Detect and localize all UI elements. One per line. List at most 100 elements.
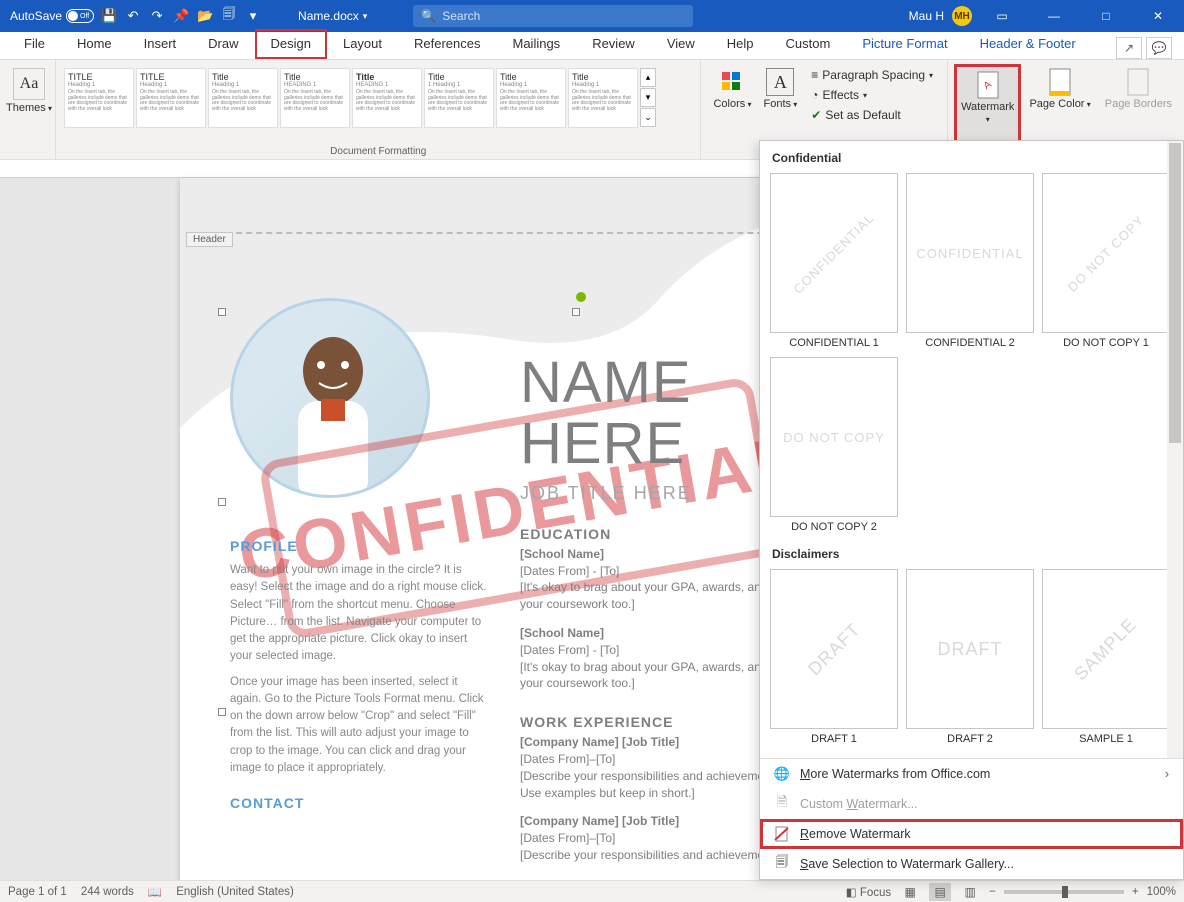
tab-mailings[interactable]: Mailings xyxy=(497,29,577,59)
theme-thumb[interactable]: TitleHeading 1On the Insert tab, the gal… xyxy=(568,68,638,128)
tab-picture-format[interactable]: Picture Format xyxy=(846,29,963,59)
zoom-slider[interactable] xyxy=(1004,890,1124,894)
theme-thumb[interactable]: TitleHeading 1On the Insert tab, the gal… xyxy=(208,68,278,128)
group-label-doc-formatting: Document Formatting xyxy=(56,146,700,157)
read-mode-icon[interactable]: ▦ xyxy=(899,883,921,901)
page-indicator[interactable]: Page 1 of 1 xyxy=(8,886,67,898)
more-watermarks-menuitem[interactable]: 🌐 More Watermarks from Office.com › xyxy=(760,759,1183,789)
set-default-button[interactable]: ✔Set as Default xyxy=(807,106,937,124)
theme-thumb[interactable]: TITLEHeading 1On the Insert tab, the gal… xyxy=(136,68,206,128)
autosave-toggle[interactable]: AutoSave Off xyxy=(10,9,94,23)
theme-thumb[interactable]: TitleHeading 1On the Insert tab, the gal… xyxy=(496,68,566,128)
print-layout-icon[interactable]: ▤ xyxy=(929,883,951,901)
colors-button[interactable]: Colors ▾ xyxy=(707,64,757,143)
watermark-gallery-panel: Confidential CONFIDENTIALCONFIDENTIAL 1C… xyxy=(759,140,1184,880)
gallery-down-icon[interactable]: ▾ xyxy=(640,88,656,107)
save-selection-icon: 🗐 xyxy=(774,856,790,872)
remove-watermark-menuitem[interactable]: Remove Watermark xyxy=(760,819,1183,849)
search-input[interactable]: 🔍 Search xyxy=(413,5,693,27)
paragraph-spacing-icon: ≡ xyxy=(811,68,818,82)
title-bar: AutoSave Off 💾 ↶ ↷ 📌 📂 🗐 ▾ Name.docx▾ 🔍 … xyxy=(0,0,1184,32)
tab-help[interactable]: Help xyxy=(711,29,770,59)
status-bar: Page 1 of 1 244 words 📖 English (United … xyxy=(0,880,1184,902)
comments-icon[interactable]: 💬 xyxy=(1146,37,1172,59)
watermark-thumb-label: CONFIDENTIAL 2 xyxy=(906,337,1034,349)
tab-review[interactable]: Review xyxy=(576,29,651,59)
tab-custom[interactable]: Custom xyxy=(770,29,847,59)
globe-icon: 🌐 xyxy=(774,766,790,782)
watermark-thumbnail[interactable]: DO NOT COPYDO NOT COPY 2 xyxy=(770,357,898,533)
language-indicator[interactable]: English (United States) xyxy=(176,886,294,898)
watermark-thumbnail[interactable]: DO NOT COPYDO NOT COPY 1 xyxy=(1042,173,1170,349)
search-icon: 🔍 xyxy=(421,9,436,23)
page-color-icon xyxy=(1046,68,1074,96)
save-icon[interactable]: 💾 xyxy=(100,7,118,25)
page-borders-button[interactable]: Page Borders xyxy=(1099,64,1178,143)
qat-more-icon[interactable]: ▾ xyxy=(244,7,262,25)
tab-references[interactable]: References xyxy=(398,29,496,59)
theme-thumb[interactable]: TitleHEADING 1On the Insert tab, the gal… xyxy=(352,68,422,128)
watermark-button[interactable]: A Watermark▾ xyxy=(954,64,1021,143)
watermark-category: Disclaimers xyxy=(770,543,1175,565)
gallery-more-icon[interactable]: ⌄ xyxy=(640,108,656,127)
profile-heading[interactable]: PROFILE xyxy=(230,538,490,554)
save-selection-menuitem[interactable]: 🗐 Save Selection to Watermark Gallery... xyxy=(760,849,1183,879)
watermark-thumbnail[interactable]: CONFIDENTIALCONFIDENTIAL 1 xyxy=(770,173,898,349)
minimize-icon[interactable]: — xyxy=(1032,0,1076,32)
share-icon[interactable]: ↗ xyxy=(1116,37,1142,59)
tab-insert[interactable]: Insert xyxy=(128,29,193,59)
spellcheck-icon[interactable]: 📖 xyxy=(148,885,162,899)
watermark-thumbnail[interactable]: DRAFTDRAFT 1 xyxy=(770,569,898,745)
theme-thumb[interactable]: TITLEHeading 1On the Insert tab, the gal… xyxy=(64,68,134,128)
profile-photo[interactable] xyxy=(230,298,430,498)
fonts-button[interactable]: A Fonts ▾ xyxy=(758,64,804,143)
zoom-in-button[interactable]: + xyxy=(1132,886,1139,898)
theme-thumb[interactable]: Title1 Heading 1On the Insert tab, the g… xyxy=(424,68,494,128)
effects-icon: ◔ xyxy=(811,88,818,102)
word-count[interactable]: 244 words xyxy=(81,886,134,898)
tab-header-footer[interactable]: Header & Footer xyxy=(964,29,1092,59)
focus-mode-button[interactable]: ◧ Focus xyxy=(846,885,891,899)
document-title[interactable]: Name.docx▾ xyxy=(298,9,367,23)
redo-icon[interactable]: ↷ xyxy=(148,7,166,25)
theme-thumb[interactable]: TitleHEADING 1On the Insert tab, the gal… xyxy=(280,68,350,128)
autosave-label: AutoSave xyxy=(10,9,62,23)
theme-gallery[interactable]: TITLEHeading 1On the Insert tab, the gal… xyxy=(62,64,694,132)
contact-heading[interactable]: CONTACT xyxy=(230,795,490,811)
rotate-handle-icon[interactable] xyxy=(576,292,586,302)
tab-view[interactable]: View xyxy=(651,29,711,59)
tab-draw[interactable]: Draw xyxy=(192,29,254,59)
user-name: Mau H xyxy=(909,9,944,23)
themes-button[interactable]: Aa Themes ▾ xyxy=(6,68,52,114)
page-icon: 🗎 xyxy=(774,796,790,812)
page-color-button[interactable]: Page Color ▾ xyxy=(1023,64,1096,143)
ribbon-tabs: File Home Insert Draw Design Layout Refe… xyxy=(0,32,1184,60)
watermark-thumbnail[interactable]: SAMPLESAMPLE 1 xyxy=(1042,569,1170,745)
pin-icon[interactable]: 📌 xyxy=(172,7,190,25)
zoom-level[interactable]: 100% xyxy=(1147,886,1176,898)
colors-icon xyxy=(718,68,746,96)
close-icon[interactable]: ✕ xyxy=(1136,0,1180,32)
profile-paragraph[interactable]: Once your image has been inserted, selec… xyxy=(230,674,490,778)
open-icon[interactable]: 📂 xyxy=(196,7,214,25)
maximize-icon[interactable]: □ xyxy=(1084,0,1128,32)
watermark-thumbnail[interactable]: DRAFTDRAFT 2 xyxy=(906,569,1034,745)
web-layout-icon[interactable]: ▥ xyxy=(959,883,981,901)
tab-file[interactable]: File xyxy=(8,29,61,59)
watermark-thumbnail[interactable]: CONFIDENTIALCONFIDENTIAL 2 xyxy=(906,173,1034,349)
watermark-thumb-label: DO NOT COPY 1 xyxy=(1042,337,1170,349)
tab-design[interactable]: Design xyxy=(255,29,327,59)
profile-paragraph[interactable]: Want to put your own image in the circle… xyxy=(230,562,490,666)
watermark-thumb-label: SAMPLE 1 xyxy=(1042,733,1170,745)
ribbon-display-icon[interactable]: ▭ xyxy=(980,0,1024,32)
scrollbar[interactable] xyxy=(1167,141,1183,758)
effects-button[interactable]: ◔Effects▾ xyxy=(807,86,937,104)
paragraph-spacing-button[interactable]: ≡Paragraph Spacing▾ xyxy=(807,66,937,84)
tab-home[interactable]: Home xyxy=(61,29,128,59)
gallery-up-icon[interactable]: ▴ xyxy=(640,68,656,87)
avatar[interactable]: MH xyxy=(952,6,972,26)
undo-icon[interactable]: ↶ xyxy=(124,7,142,25)
tab-layout[interactable]: Layout xyxy=(327,29,398,59)
zoom-out-button[interactable]: − xyxy=(989,886,996,898)
copy-icon[interactable]: 🗐 xyxy=(220,7,238,25)
